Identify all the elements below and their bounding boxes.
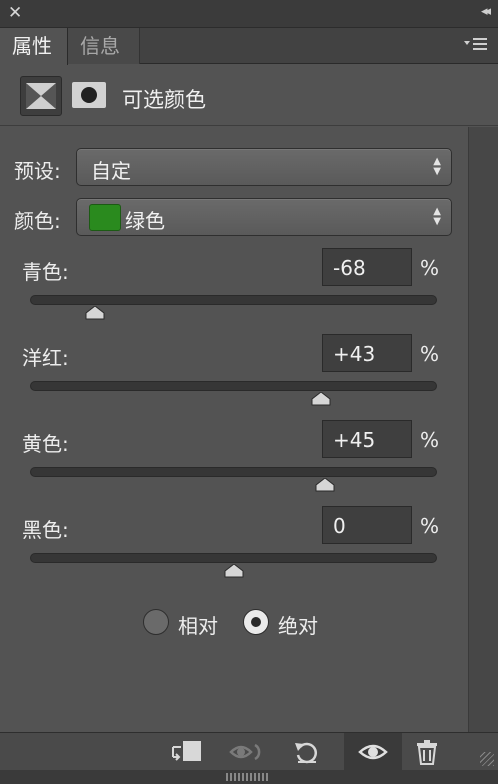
color-swatch [89,204,121,231]
slider-label: 洋红: [22,346,69,370]
slider-label: 青色: [22,260,69,284]
scrollbar[interactable] [468,127,498,732]
preset-value: 自定 [91,159,131,183]
adjustment-header: 可选颜色 [0,64,498,126]
mask-icon[interactable] [72,82,106,108]
slider-value-field[interactable]: -68 [322,248,412,286]
relative-radio[interactable] [143,609,169,635]
preset-label: 预设: [14,159,61,183]
slider-value: +43 [333,342,376,366]
slider-track[interactable] [30,381,437,391]
absolute-label: 绝对 [278,614,318,638]
absolute-radio[interactable] [243,609,269,635]
slider-thumb[interactable] [85,305,105,320]
panel-menu-icon[interactable] [464,37,488,57]
percent-sign: % [420,514,440,538]
view-previous-state-icon[interactable] [224,733,270,771]
preset-select[interactable]: 自定 ▲ ▼ [76,148,452,186]
slider-value: +45 [333,428,376,452]
slider-value-field[interactable]: 0 [322,506,412,544]
slider-thumb[interactable] [315,477,335,492]
panel-title-bar: ✕ ◂◂ [0,0,498,28]
percent-sign: % [420,256,440,280]
slider-value: 0 [333,514,346,538]
grip-handle-icon[interactable] [226,773,268,781]
colors-value: 绿色 [125,209,165,233]
bottom-grip-bar [0,770,498,784]
bottom-toolbar [0,732,498,771]
slider-track[interactable] [30,295,437,305]
percent-sign: % [420,342,440,366]
panel-title: 可选颜色 [122,88,206,112]
tab-bar: 属性 信息 [0,28,498,65]
colors-label: 颜色: [14,209,61,233]
collapse-panel-icon[interactable]: ◂◂ [481,4,491,19]
reset-icon[interactable] [284,733,330,771]
resize-corner-icon[interactable] [480,752,494,766]
slider-thumb[interactable] [311,391,331,406]
selective-color-icon[interactable] [20,76,62,116]
tab-info[interactable]: 信息 [68,28,140,64]
trash-icon[interactable] [404,733,450,771]
slider-value-field[interactable]: +43 [322,334,412,372]
percent-sign: % [420,428,440,452]
visibility-eye-icon[interactable] [344,733,402,771]
close-icon[interactable]: ✕ [8,3,22,23]
tab-properties[interactable]: 属性 [0,28,68,65]
slider-value-field[interactable]: +45 [322,420,412,458]
slider-label: 黄色: [22,432,69,456]
slider-track[interactable] [30,467,437,477]
slider-label: 黑色: [22,518,69,542]
slider-thumb[interactable] [224,563,244,578]
dropdown-arrows-icon: ▲ ▼ [433,206,441,227]
dropdown-arrows-icon: ▲ ▼ [433,156,441,177]
colors-select[interactable]: 绿色 ▲ ▼ [76,198,452,236]
clip-to-layer-icon[interactable] [164,733,210,771]
slider-value: -68 [333,256,366,280]
slider-track[interactable] [30,553,437,563]
relative-label: 相对 [178,614,218,638]
